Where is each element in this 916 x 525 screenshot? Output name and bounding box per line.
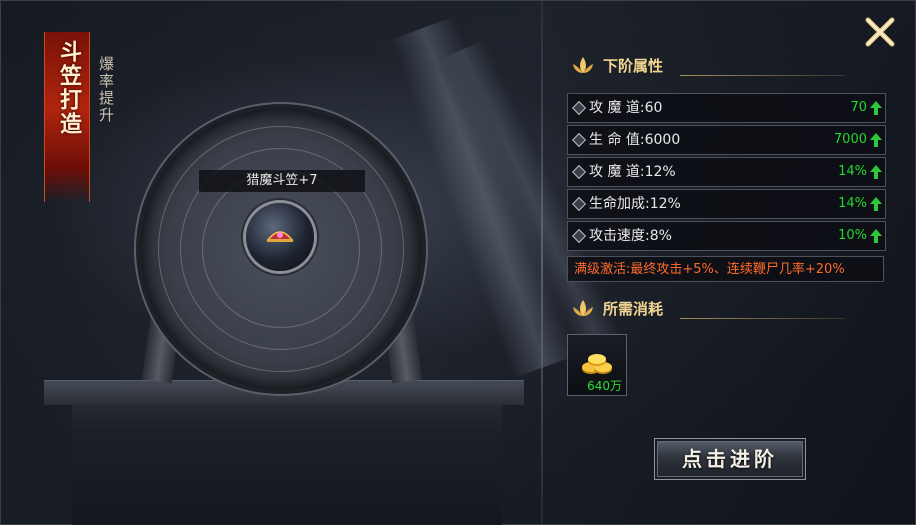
stat-next-value: 14%	[838, 196, 867, 211]
section-title: 下阶属性	[603, 57, 664, 75]
advance-button[interactable]: 点击进阶	[654, 438, 806, 480]
diamond-bullet-icon	[571, 100, 587, 116]
stat-next-value: 70	[850, 100, 867, 115]
arrow-up-icon	[870, 133, 882, 147]
diamond-bullet-icon	[571, 164, 587, 180]
banner-subtitle: 爆率提升	[97, 56, 115, 124]
stat-next-value: 7000	[833, 132, 867, 147]
cost-header: 所需消耗	[570, 296, 860, 322]
stat-label: 生命加成:12%	[589, 196, 681, 212]
diamond-bullet-icon	[571, 196, 587, 212]
arrow-up-icon	[870, 165, 882, 179]
close-icon[interactable]	[860, 12, 900, 52]
stat-next-value: 10%	[838, 228, 867, 243]
stat-label: 攻 魔 道:60	[589, 100, 663, 116]
section-title: 所需消耗	[603, 300, 664, 318]
helmet-item-icon[interactable]	[266, 226, 294, 244]
arrow-up-icon	[870, 229, 882, 243]
item-name-label: 猎魔斗笠+7	[199, 170, 365, 192]
lotus-icon	[573, 57, 593, 73]
stat-next-value: 14%	[838, 164, 867, 179]
max-level-bonus: 满级激活:最终攻击+5%、连续鞭尸几率+20%	[567, 256, 884, 282]
banner-title: 斗笠打造	[56, 40, 82, 136]
stat-label: 攻击速度:8%	[589, 228, 672, 244]
lotus-icon	[573, 300, 593, 316]
stat-row: 生命加成:12% 14%	[567, 189, 886, 219]
stat-row: 攻 魔 道:60 70	[567, 93, 886, 123]
cost-amount: 640万	[587, 379, 622, 393]
panel-divider	[541, 0, 543, 525]
next-stage-header: 下阶属性	[570, 53, 860, 79]
pedestal	[72, 388, 502, 525]
stat-row: 生 命 值:6000 7000	[567, 125, 886, 155]
arrow-up-icon	[870, 101, 882, 115]
diamond-bullet-icon	[571, 132, 587, 148]
stat-label: 生 命 值:6000	[589, 132, 681, 148]
diamond-bullet-icon	[571, 228, 587, 244]
cost-item-slot[interactable]: 640万	[567, 334, 627, 396]
arrow-up-icon	[870, 197, 882, 211]
gold-coins-icon	[582, 354, 612, 374]
stat-label: 攻 魔 道:12%	[589, 164, 676, 180]
stat-row: 攻击速度:8% 10%	[567, 221, 886, 251]
forge-window: 斗笠打造 爆率提升 猎魔斗笠+7 下阶属性 攻 魔 道:60 70 生 命 值:…	[0, 0, 916, 525]
section-divider	[680, 75, 845, 76]
stat-row: 攻 魔 道:12% 14%	[567, 157, 886, 187]
section-divider	[680, 318, 845, 319]
